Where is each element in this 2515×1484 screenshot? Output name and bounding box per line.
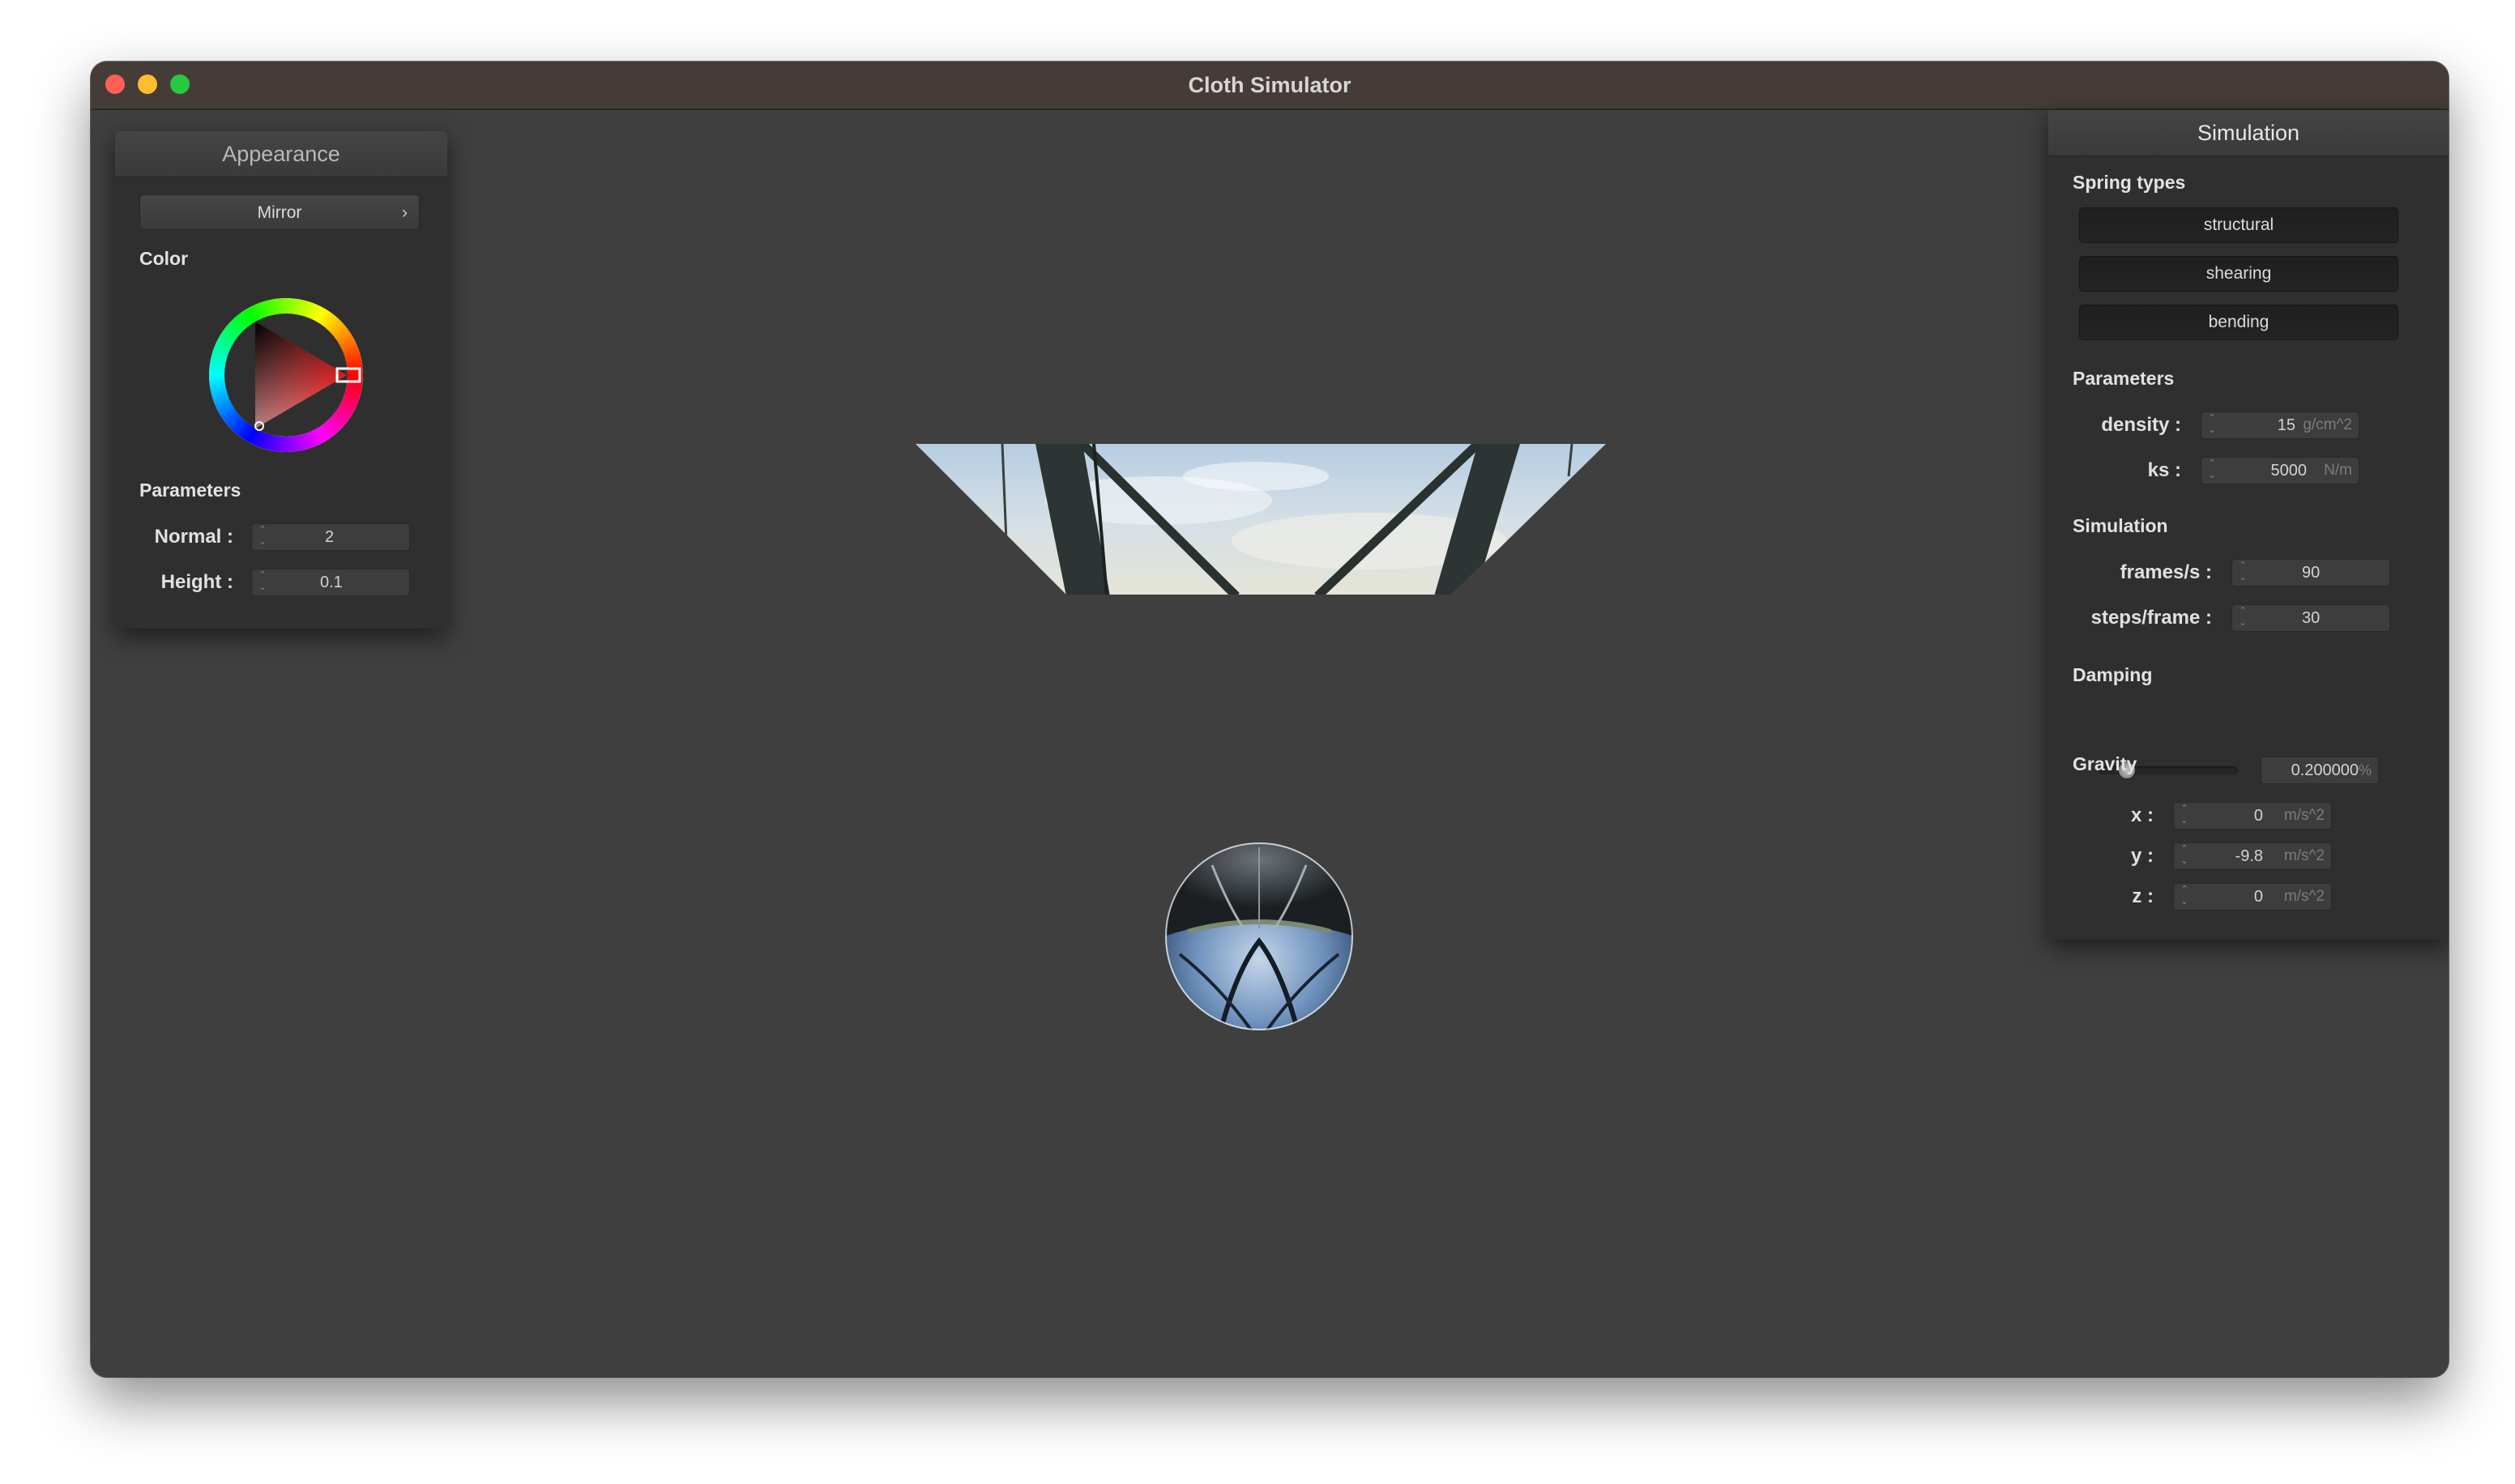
height-label: Height : xyxy=(160,571,233,593)
mirror-sphere xyxy=(1165,842,1353,1030)
density-label: density : xyxy=(2101,414,2181,436)
gravity-x-input[interactable]: ⌃ ⌄ 0 m/s^2 xyxy=(2173,802,2332,829)
simulation-panel-title[interactable]: Simulation xyxy=(2048,110,2449,156)
cloth-mesh xyxy=(916,444,1606,595)
title-bar: Cloth Simulator xyxy=(91,62,2449,110)
damping-label: Damping xyxy=(2073,664,2153,685)
color-wheel[interactable] xyxy=(209,298,363,452)
structural-toggle-button[interactable]: structural xyxy=(2079,207,2398,243)
shader-select[interactable]: Mirror › xyxy=(139,194,420,230)
appearance-parameters-label: Parameters xyxy=(139,480,241,501)
shader-select-value: Mirror xyxy=(257,203,302,222)
ks-label: ks : xyxy=(2147,459,2181,481)
density-input[interactable]: ⌃ ⌄ 15 g/cm^2 xyxy=(2201,412,2359,439)
sim-parameters-label: Parameters xyxy=(2073,368,2175,389)
window-title: Cloth Simulator xyxy=(1188,73,1351,97)
frames-per-second-label: frames/s : xyxy=(2120,561,2212,583)
stepper-arrows-icon[interactable]: ⌃ ⌄ xyxy=(2179,803,2190,829)
steps-per-frame-label: steps/frame : xyxy=(2090,607,2212,629)
stepper-arrows-icon[interactable]: ⌃ ⌄ xyxy=(257,524,268,550)
height-input[interactable]: ⌃ ⌄ 0.1 xyxy=(251,569,410,596)
stepper-arrows-icon[interactable]: ⌃ ⌄ xyxy=(2206,458,2218,484)
simulation-panel: Simulation Spring types structural shear… xyxy=(2048,110,2449,940)
chevron-right-icon: › xyxy=(402,203,408,222)
bending-toggle-button[interactable]: bending xyxy=(2079,305,2398,340)
gravity-z-label: z : xyxy=(2132,885,2154,907)
gravity-y-label: y : xyxy=(2130,845,2154,867)
shearing-toggle-button[interactable]: shearing xyxy=(2079,256,2398,292)
damping-value-field[interactable]: 0.200000% xyxy=(2261,757,2379,784)
gravity-label: Gravity xyxy=(2073,753,2137,774)
stepper-arrows-icon[interactable]: ⌃ ⌄ xyxy=(2179,884,2190,910)
ks-input[interactable]: ⌃ ⌄ 5000 N/m xyxy=(2201,457,2359,484)
gravity-y-input[interactable]: ⌃ ⌄ -9.8 m/s^2 xyxy=(2173,842,2332,870)
appearance-panel: Appearance Mirror › Color Parameters Nor… xyxy=(115,131,447,629)
gravity-z-input[interactable]: ⌃ ⌄ 0 m/s^2 xyxy=(2173,883,2332,910)
stepper-arrows-icon[interactable]: ⌃ ⌄ xyxy=(2237,605,2248,631)
stepper-arrows-icon[interactable]: ⌃ ⌄ xyxy=(2237,560,2248,586)
frames-per-second-input[interactable]: ⌃ ⌄ 90 xyxy=(2231,559,2390,586)
stepper-arrows-icon[interactable]: ⌃ ⌄ xyxy=(257,569,268,595)
simulation-section-label: Simulation xyxy=(2073,515,2168,536)
normal-input[interactable]: ⌃ ⌄ 2 xyxy=(251,523,410,551)
gravity-x-label: x : xyxy=(2130,804,2154,826)
stepper-arrows-icon[interactable]: ⌃ ⌄ xyxy=(2206,412,2218,438)
steps-per-frame-input[interactable]: ⌃ ⌄ 30 xyxy=(2231,604,2390,632)
normal-label: Normal : xyxy=(154,526,233,548)
app-window: Cloth Simulator Appearance Mirror › Colo… xyxy=(91,62,2449,1377)
spring-types-label: Spring types xyxy=(2073,172,2186,193)
color-section-label: Color xyxy=(139,248,189,269)
appearance-panel-title[interactable]: Appearance xyxy=(115,131,447,177)
stepper-arrows-icon[interactable]: ⌃ ⌄ xyxy=(2179,843,2190,869)
